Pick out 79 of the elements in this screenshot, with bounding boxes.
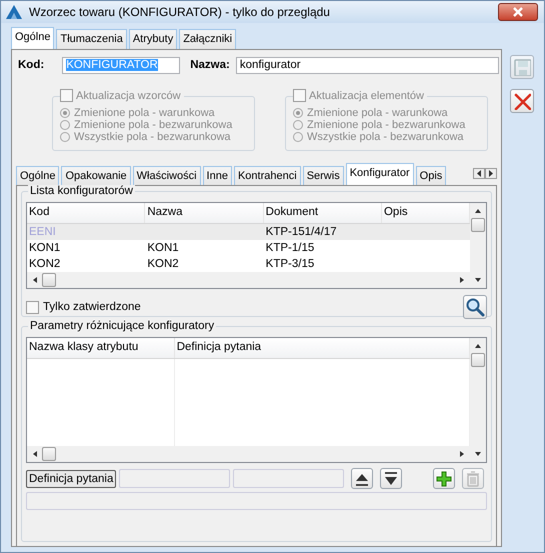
left-arrow-icon [476,170,482,176]
tab[interactable]: Atrybuty [128,29,178,49]
scroll-left-icon [31,450,39,458]
checkbox-label: Aktualizacja wzorców [76,90,181,102]
scroll-thumb[interactable] [471,353,485,367]
table-cell-text: EENI [28,226,57,238]
scroll-right-icon [458,450,466,458]
horizontal-scrollbar[interactable] [27,446,470,462]
arrow-down-button[interactable] [380,468,402,489]
tab[interactable]: Inne [202,166,232,185]
field-label: Nazwa: [190,59,230,71]
tab[interactable]: Kontrahenci [234,166,301,185]
tab[interactable]: Właściwości [132,166,201,185]
close-icon [512,7,524,17]
radio-label: Zmienione pola - bezwarunkowa [307,119,466,131]
table-cell-text: KON1 [28,242,62,254]
column-header[interactable]: Kod [27,203,146,223]
table-cell-text: KON1 [146,242,180,254]
radio-label: Zmienione pola - warunkowa [307,107,448,119]
scroll-down-icon [474,450,482,458]
table-cell-text: KTP-1/15 [264,242,316,254]
table-cell-text: KON2 [28,258,62,270]
tab[interactable]: Tłumaczenia [56,29,127,49]
scroll-up-icon [474,207,482,215]
vertical-scrollbar[interactable] [470,338,486,462]
window-title: Wzorzec towaru (KONFIGURATOR) - tylko do przeglądu [29,5,331,19]
checkbox[interactable] [26,300,39,314]
checkbox-label: Aktualizacja elementów [309,90,424,102]
plus-button[interactable] [433,468,456,489]
tab[interactable]: Opis [416,166,446,185]
arrow-up-button[interactable] [351,468,374,489]
radio-label: Wszystkie pola - bezwarunkowa [74,131,231,143]
radio-label: Wszystkie pola - bezwarunkowa [307,131,464,143]
radio-label: Zmienione pola - bezwarunkowa [74,119,232,131]
close-icon [513,92,531,110]
tab[interactable]: Serwis [302,166,344,185]
scroll-down-icon [474,276,482,284]
column-header[interactable]: Nazwa [145,203,264,223]
group-title: Parametry różnicujące konfiguratory [28,320,216,332]
table-cell-text: KTP-3/15 [264,258,316,270]
column-header[interactable]: Nazwa klasy atrybutu [27,338,175,358]
close-button[interactable] [510,89,534,113]
input-field[interactable]: konfigurator [236,56,499,74]
horizontal-scrollbar[interactable] [27,272,470,288]
search-icon [465,297,485,317]
table-row[interactable]: KON1 KON1 KTP-1/15 [27,240,470,256]
app-logo-icon [5,4,23,20]
tab[interactable]: Opakowanie [61,166,131,185]
plus-icon [435,470,454,488]
scroll-left-icon [31,276,39,284]
scroll-tabs-right-button[interactable] [485,168,497,178]
search-button[interactable] [463,295,487,319]
save-icon [513,58,531,76]
group-title: Lista konfiguratorów [28,185,135,197]
table-row[interactable]: EENI KTP-151/4/17 [27,224,470,240]
scroll-right-icon [458,276,466,284]
scroll-thumb[interactable] [42,447,56,461]
input-field[interactable] [119,469,230,488]
tab[interactable]: Załączniki [179,29,236,49]
scroll-thumb[interactable] [42,273,56,287]
table-cell-text: KTP-151/4/17 [264,226,338,238]
tab[interactable]: Konfigurator [346,163,414,185]
table-cell-text: KON2 [146,258,180,270]
right-arrow-icon [488,170,494,176]
input-field[interactable] [233,469,344,488]
scroll-up-icon [474,342,482,350]
scroll-thumb[interactable] [471,218,485,232]
input-field[interactable] [26,492,487,510]
tab[interactable]: Ogólne [11,27,54,49]
close-button[interactable] [498,3,538,21]
definition-button[interactable]: Definicja pytania [26,470,116,488]
field-label: Kod: [18,59,44,71]
checkbox-label: Tylko zatwierdzone [43,301,142,313]
vertical-scrollbar[interactable] [470,203,486,288]
radio-label: Zmienione pola - warunkowa [74,107,215,119]
tab[interactable]: Ogólne [16,166,60,185]
table-row[interactable]: KON2 KON2 KTP-3/15 [27,256,470,272]
scroll-tabs-left-button[interactable] [473,168,485,178]
column-header[interactable]: Dokument [264,203,382,223]
